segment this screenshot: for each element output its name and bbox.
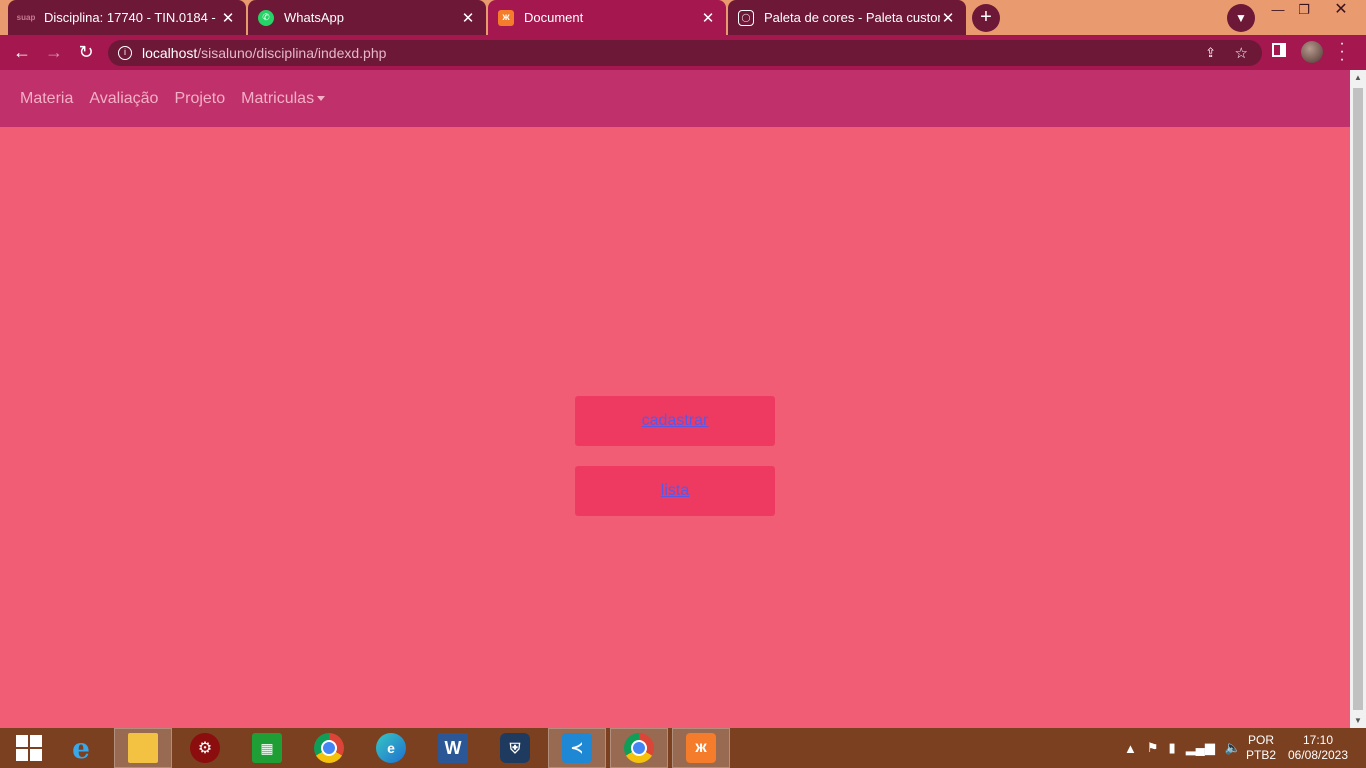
nav-avaliacao[interactable]: Avaliação: [89, 90, 158, 108]
taskbar-word[interactable]: W: [424, 728, 482, 768]
cadastrar-link[interactable]: cadastrar: [642, 412, 709, 430]
taskbar-internet-explorer[interactable]: e: [52, 728, 110, 768]
back-arrow-icon[interactable]: ←: [10, 41, 34, 65]
page-content: cadastrar lista: [0, 127, 1350, 728]
word-icon: W: [438, 733, 468, 763]
tab-title: Paleta de cores - Paleta customiz: [764, 10, 940, 25]
xampp-icon: ж: [686, 733, 716, 763]
tray-expand-icon[interactable]: ▲: [1124, 741, 1137, 756]
chrome-icon: [314, 733, 344, 763]
site-info-icon[interactable]: i: [118, 46, 132, 60]
taskbar-store[interactable]: ▦: [238, 728, 296, 768]
taskbar-vscode[interactable]: ≺: [548, 728, 606, 768]
forward-arrow-icon[interactable]: →: [42, 41, 66, 65]
start-button[interactable]: [0, 728, 58, 768]
taskbar-xampp[interactable]: ж: [672, 728, 730, 768]
scrollbar-thumb[interactable]: [1353, 88, 1363, 710]
taskbar-red-app[interactable]: ⚙: [176, 728, 234, 768]
side-panel-icon[interactable]: [1272, 43, 1286, 57]
cadastrar-box: cadastrar: [575, 396, 775, 446]
folder-icon: [128, 733, 158, 763]
browser-toolbar: ← → ↻ i localhost/sisaluno/disciplina/in…: [0, 35, 1366, 70]
tab-disciplina[interactable]: suap Disciplina: 17740 - TIN.0184 - Pro …: [8, 0, 246, 35]
windows-logo-icon: [16, 735, 42, 761]
profile-avatar[interactable]: [1301, 41, 1323, 63]
taskbar-security[interactable]: ⛨: [486, 728, 544, 768]
bookmark-star-icon[interactable]: ☆: [1235, 44, 1248, 62]
taskbar-chrome[interactable]: [300, 728, 358, 768]
menu-kebab-icon[interactable]: · · ·: [1336, 36, 1348, 68]
taskbar-chrome-active[interactable]: [610, 728, 668, 768]
close-tab-icon[interactable]: ✕: [700, 9, 716, 27]
tab-whatsapp[interactable]: ✆ WhatsApp ✕: [248, 0, 486, 35]
tab-document-active[interactable]: ж Document ✕: [488, 0, 726, 35]
address-bar[interactable]: i localhost/sisaluno/disciplina/indexd.p…: [108, 40, 1262, 66]
restore-icon[interactable]: ❐: [1291, 0, 1317, 22]
volume-icon[interactable]: 🔈: [1225, 740, 1241, 756]
signal-icon[interactable]: ▂▄▆: [1186, 740, 1215, 756]
url-text[interactable]: localhost/sisaluno/disciplina/indexd.php: [142, 45, 386, 61]
whatsapp-icon: ✆: [258, 9, 274, 26]
new-tab-button[interactable]: +: [972, 4, 1000, 32]
close-tab-icon[interactable]: ✕: [220, 9, 236, 27]
url-path: /sisaluno/disciplina/indexd.php: [197, 45, 387, 61]
scroll-down-arrow-icon[interactable]: ▼: [1354, 716, 1362, 725]
nav-matriculas-dropdown[interactable]: Matriculas: [241, 89, 326, 108]
close-tab-icon[interactable]: ✕: [460, 9, 476, 27]
keyboard-layout: PTB2: [1246, 748, 1277, 762]
tab-search-chevron-icon[interactable]: ▼: [1227, 4, 1255, 32]
windows-taskbar: e ⚙ ▦ e W ⛨ ≺ ж ▲ ⚑ ▮ ▂▄▆ 🔈 POR PTB2 17:…: [0, 728, 1366, 768]
lista-link[interactable]: lista: [661, 482, 689, 500]
scroll-up-arrow-icon[interactable]: ▲: [1354, 73, 1362, 82]
vertical-scrollbar[interactable]: ▲ ▼: [1350, 70, 1366, 728]
nav-materia[interactable]: Materia: [20, 90, 73, 108]
site-navbar: Materia Avaliação Projeto Matriculas: [0, 70, 1350, 127]
vscode-icon: ≺: [562, 733, 592, 763]
lista-box: lista: [575, 466, 775, 516]
red-app-icon: ⚙: [190, 733, 220, 763]
tab-title: Document: [524, 10, 584, 25]
store-icon: ▦: [252, 733, 282, 763]
edge-icon: e: [376, 733, 406, 763]
xampp-icon: ж: [498, 9, 514, 26]
clock[interactable]: 17:10 06/08/2023: [1286, 728, 1350, 768]
reload-icon[interactable]: ↻: [74, 41, 98, 65]
palette-favicon-icon: ◯: [738, 9, 754, 26]
url-host: localhost: [142, 45, 198, 61]
tab-title: Disciplina: 17740 - TIN.0184 - Pro: [44, 10, 220, 25]
language-code: POR: [1248, 733, 1275, 747]
nav-projeto[interactable]: Projeto: [174, 90, 225, 108]
system-tray: ▲ ⚑ ▮ ▂▄▆ 🔈: [1124, 728, 1241, 768]
tab-strip: suap Disciplina: 17740 - TIN.0184 - Pro …: [0, 0, 1366, 35]
taskbar-file-explorer[interactable]: [114, 728, 172, 768]
shield-icon: ⛨: [500, 733, 530, 763]
taskbar-edge[interactable]: e: [362, 728, 420, 768]
caret-down-icon: [317, 95, 326, 101]
network-error-icon[interactable]: ⚑: [1147, 740, 1159, 756]
minimize-icon[interactable]: —: [1265, 0, 1291, 22]
share-icon[interactable]: ⇪: [1205, 45, 1216, 61]
clock-time: 17:10: [1302, 733, 1334, 747]
internet-explorer-icon: e: [72, 731, 90, 765]
tab-title: WhatsApp: [284, 10, 344, 25]
tab-paleta[interactable]: ◯ Paleta de cores - Paleta customiz ✕: [728, 0, 966, 35]
suap-favicon-icon: suap: [16, 13, 36, 22]
input-language[interactable]: POR PTB2: [1246, 728, 1276, 768]
close-window-icon[interactable]: ✕: [1326, 0, 1356, 22]
clock-date: 06/08/2023: [1287, 748, 1349, 762]
battery-icon[interactable]: ▮: [1169, 740, 1176, 756]
close-tab-icon[interactable]: ✕: [940, 9, 956, 27]
chrome-icon: [624, 733, 654, 763]
nav-matriculas-label: Matriculas: [241, 89, 315, 107]
